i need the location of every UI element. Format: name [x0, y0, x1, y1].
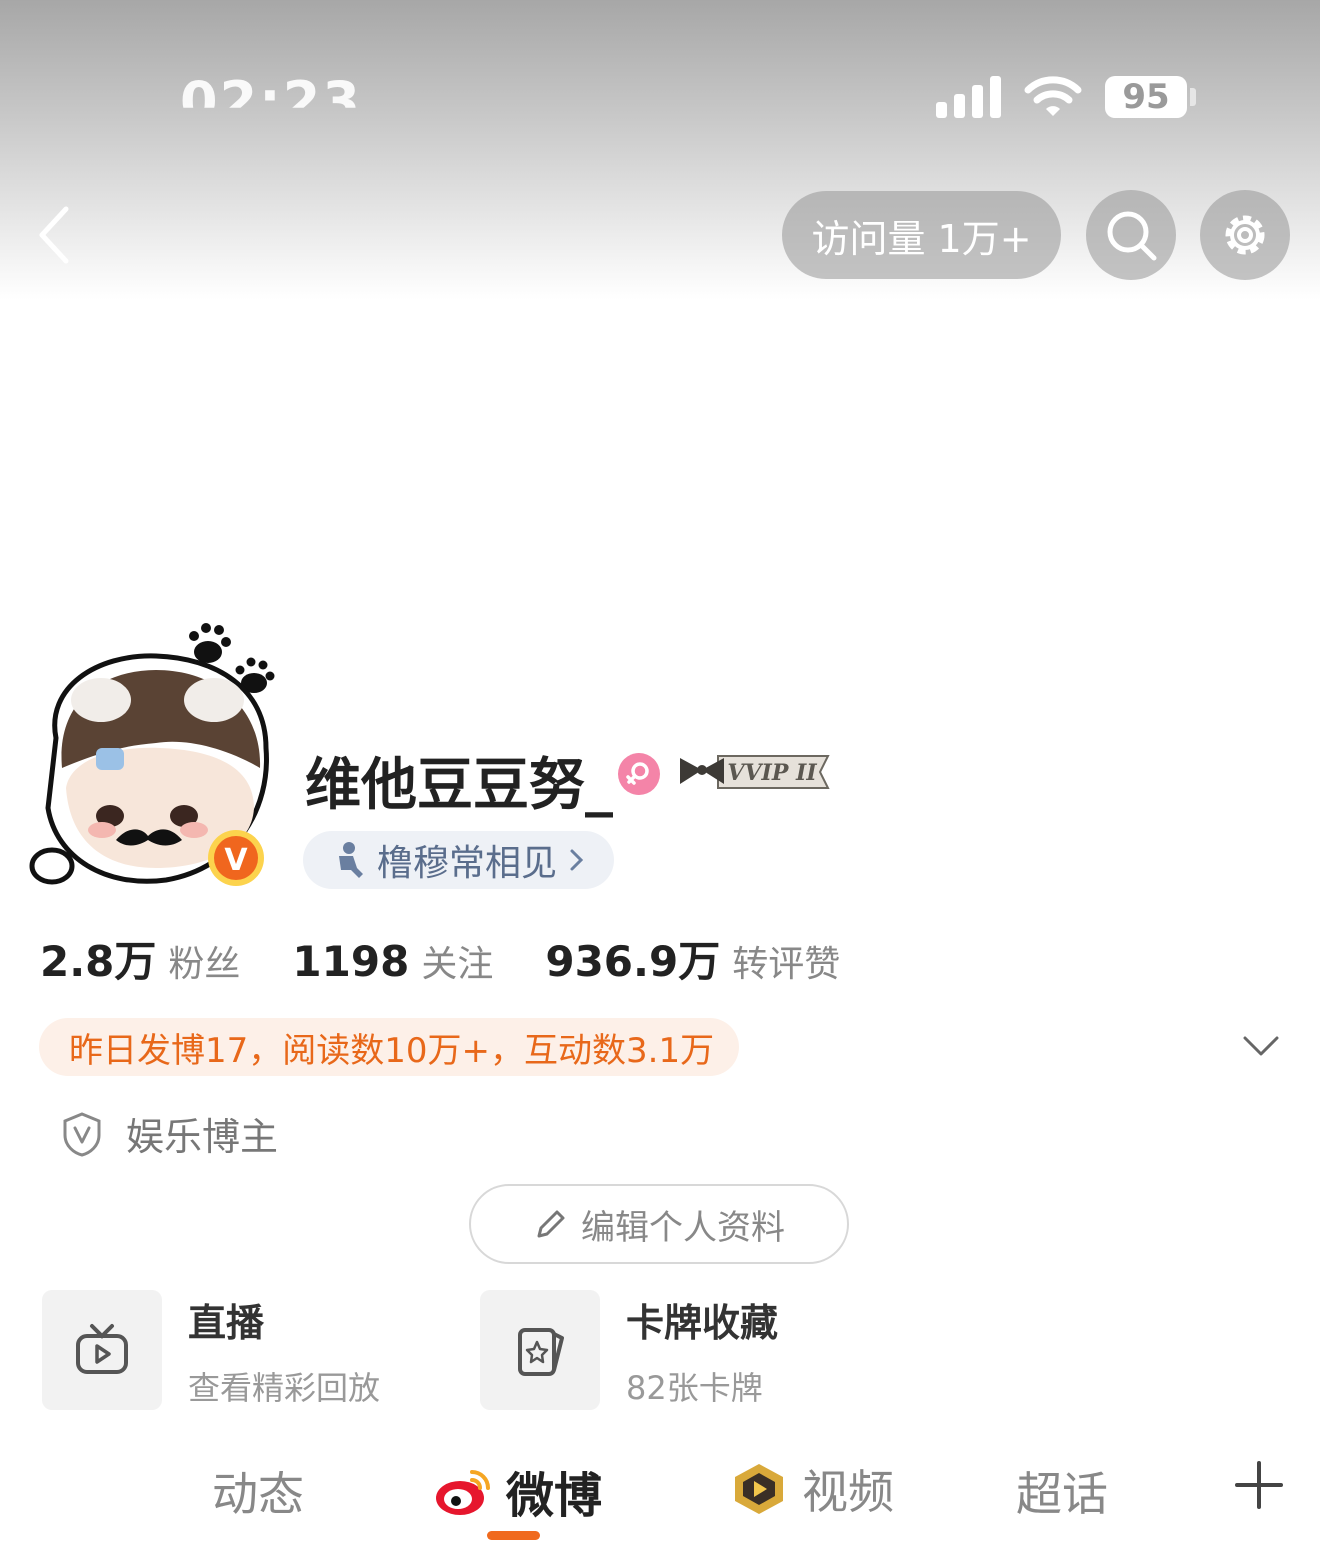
- active-tab-indicator: [487, 1531, 540, 1540]
- card-star-icon: [480, 1290, 600, 1410]
- edit-profile-button[interactable]: 编辑个人资料: [469, 1184, 849, 1264]
- stats-row: 2.8万 粉丝 1198 关注 936.9万 转评赞: [40, 928, 892, 989]
- back-chevron-icon[interactable]: [34, 205, 74, 265]
- activity-summary[interactable]: 昨日发博17，阅读数10万+，互动数3.1万: [39, 1018, 739, 1076]
- signal-icon: [936, 76, 1001, 118]
- edit-profile-label: 编辑个人资料: [581, 1207, 785, 1248]
- search-icon: [1107, 211, 1157, 261]
- card-title: 直播: [188, 1300, 265, 1345]
- stat-value: 1198: [292, 937, 410, 986]
- visits-counter[interactable]: 访问量 1万+: [782, 191, 1061, 279]
- live-card[interactable]: 直播 查看精彩回放: [42, 1290, 380, 1410]
- search-button[interactable]: [1086, 190, 1176, 280]
- stat-label: 关注: [421, 944, 494, 985]
- tab-weibo[interactable]: 微博: [432, 1456, 602, 1526]
- add-tab-icon[interactable]: [1234, 1460, 1284, 1510]
- person-sitting-icon: [339, 842, 363, 878]
- battery-cap: [1190, 88, 1196, 106]
- female-icon: [618, 753, 660, 795]
- chevron-down-icon[interactable]: [1242, 1034, 1280, 1058]
- group-link[interactable]: 橹穆常相见: [303, 831, 614, 889]
- stat-followers[interactable]: 2.8万 粉丝: [40, 928, 240, 989]
- group-label: 橹穆常相见: [377, 843, 558, 884]
- stat-label: 转评赞: [732, 944, 841, 985]
- settings-button[interactable]: [1200, 190, 1290, 280]
- stat-interactions[interactable]: 936.9万 转评赞: [545, 928, 840, 989]
- shield-v-icon: [63, 1111, 101, 1157]
- vvip-badge-icon[interactable]: VVIP II: [678, 748, 834, 796]
- tv-play-icon: [42, 1290, 162, 1410]
- tab-super-topic[interactable]: 超话: [1016, 1458, 1108, 1524]
- visits-label: 访问量 1万+: [811, 216, 1032, 261]
- pencil-icon: [537, 1210, 565, 1238]
- chevron-right-icon: [570, 849, 584, 871]
- card-subtitle: 查看精彩回放: [188, 1368, 381, 1407]
- stat-label: 粉丝: [168, 944, 241, 985]
- video-badge-icon: [735, 1464, 783, 1514]
- card-title: 卡牌收藏: [626, 1300, 779, 1345]
- wifi-icon: [1024, 76, 1082, 116]
- svg-text:V: V: [224, 843, 248, 878]
- stat-value: 936.9万: [545, 937, 721, 986]
- tab-label: 视频: [802, 1465, 894, 1519]
- card-subtitle: 82张卡牌: [626, 1368, 763, 1407]
- gear-icon: [1225, 215, 1265, 255]
- svg-text:VVIP II: VVIP II: [727, 760, 817, 786]
- stat-following[interactable]: 1198 关注: [292, 935, 493, 987]
- tab-label: 微博: [506, 1468, 603, 1524]
- category-tag[interactable]: 娱乐博主: [62, 1106, 278, 1161]
- username: 维他豆豆努_: [305, 753, 613, 818]
- weibo-logo-icon: [436, 1470, 490, 1515]
- avatar[interactable]: V: [26, 618, 278, 890]
- tab-dynamic[interactable]: 动态: [212, 1458, 304, 1524]
- category-label: 娱乐博主: [126, 1115, 279, 1159]
- battery-indicator: 95: [1105, 76, 1187, 118]
- card-collection[interactable]: 卡牌收藏 82张卡牌: [480, 1290, 778, 1410]
- stat-value: 2.8万: [40, 937, 157, 986]
- activity-summary-text: 昨日发博17，阅读数10万+，互动数3.1万: [69, 1030, 715, 1071]
- tab-video[interactable]: 视频: [728, 1456, 894, 1522]
